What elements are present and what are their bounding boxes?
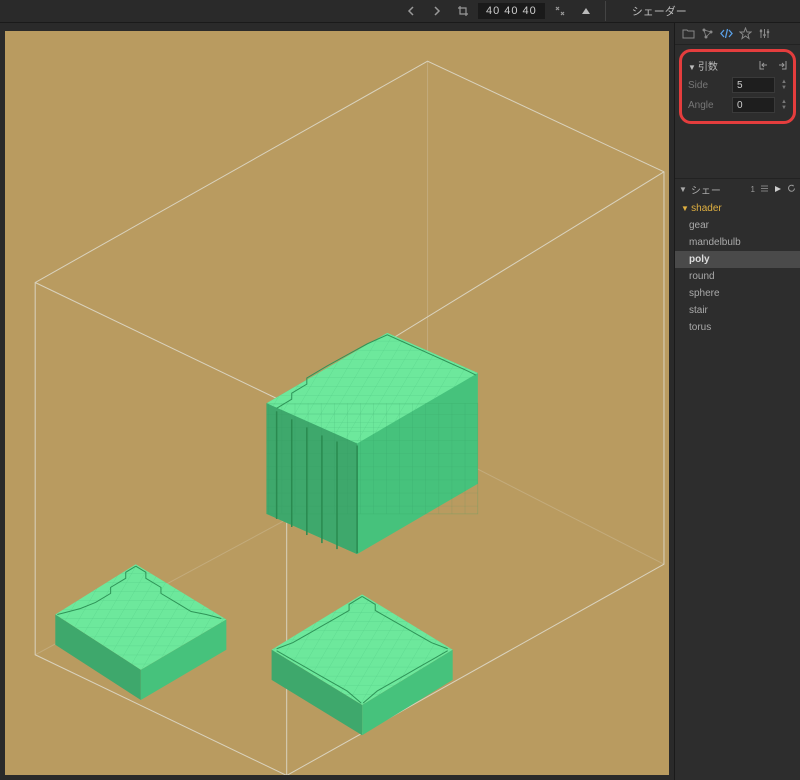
stepper-down-button[interactable]: ▼ xyxy=(781,105,787,111)
export-args-button[interactable] xyxy=(775,59,787,73)
panel-title: シェーダー xyxy=(614,3,705,19)
args-section-header[interactable]: ▼引数 xyxy=(684,56,791,75)
nav-forward-button[interactable] xyxy=(426,0,448,22)
shaders-section: ▼ シェー 1 shadergearmandelbulbpolyroundsph… xyxy=(675,178,800,336)
star-icon[interactable] xyxy=(736,25,754,43)
refresh-button[interactable] xyxy=(787,184,796,195)
arg-row-angle: Angle0▲▼ xyxy=(684,95,791,115)
shader-group-header[interactable]: shader xyxy=(675,200,800,217)
shader-item-poly[interactable]: poly xyxy=(675,251,800,268)
arg-row-side: Side5▲▼ xyxy=(684,75,791,95)
dim-y: 40 xyxy=(504,5,518,17)
viewport-3d[interactable] xyxy=(0,23,674,780)
shader-item-gear[interactable]: gear xyxy=(675,217,800,234)
disclosure-triangle-icon: ▼ xyxy=(688,63,696,72)
arg-label: Angle xyxy=(688,100,728,111)
args-highlight-box: ▼引数 Side5▲▼Angle0▲▼ xyxy=(679,49,796,124)
import-args-button[interactable] xyxy=(759,59,771,73)
graph-icon[interactable] xyxy=(698,25,716,43)
shaders-section-header[interactable]: ▼ シェー 1 xyxy=(675,179,800,200)
dim-x: 40 xyxy=(486,5,500,17)
viewport-canvas xyxy=(5,31,669,775)
dim-z: 40 xyxy=(523,5,537,17)
play-button[interactable] xyxy=(774,185,782,195)
panel-tab-icons xyxy=(675,23,800,45)
top-toolbar: 40 40 40 シェーダー xyxy=(0,0,800,23)
crop-button[interactable] xyxy=(452,0,474,22)
stepper-down-button[interactable]: ▼ xyxy=(781,85,787,91)
shader-count: 1 xyxy=(751,185,755,194)
stack-icon[interactable] xyxy=(760,184,769,195)
shader-item-mandelbulb[interactable]: mandelbulb xyxy=(675,234,800,251)
nav-back-button[interactable] xyxy=(400,0,422,22)
shader-item-stair[interactable]: stair xyxy=(675,302,800,319)
arg-value-input[interactable]: 5 xyxy=(732,77,775,93)
fit-button[interactable] xyxy=(549,0,571,22)
sliders-icon[interactable] xyxy=(755,25,773,43)
shader-item-round[interactable]: round xyxy=(675,268,800,285)
folder-icon[interactable] xyxy=(679,25,697,43)
arg-value-input[interactable]: 0 xyxy=(732,97,775,113)
up-triangle-button[interactable] xyxy=(575,0,597,22)
side-panel: ▼引数 Side5▲▼Angle0▲▼ ▼ シェー 1 xyxy=(674,23,800,780)
code-icon[interactable] xyxy=(717,25,735,43)
shaders-title: シェー xyxy=(691,182,721,197)
shader-item-torus[interactable]: torus xyxy=(675,319,800,336)
disclosure-triangle-icon: ▼ xyxy=(679,185,687,194)
args-title: 引数 xyxy=(698,62,718,73)
arg-label: Side xyxy=(688,80,728,91)
shader-list: shadergearmandelbulbpolyroundspherestair… xyxy=(675,200,800,336)
dimensions-display[interactable]: 40 40 40 xyxy=(478,3,545,19)
shader-item-sphere[interactable]: sphere xyxy=(675,285,800,302)
toolbar-divider xyxy=(605,1,606,21)
